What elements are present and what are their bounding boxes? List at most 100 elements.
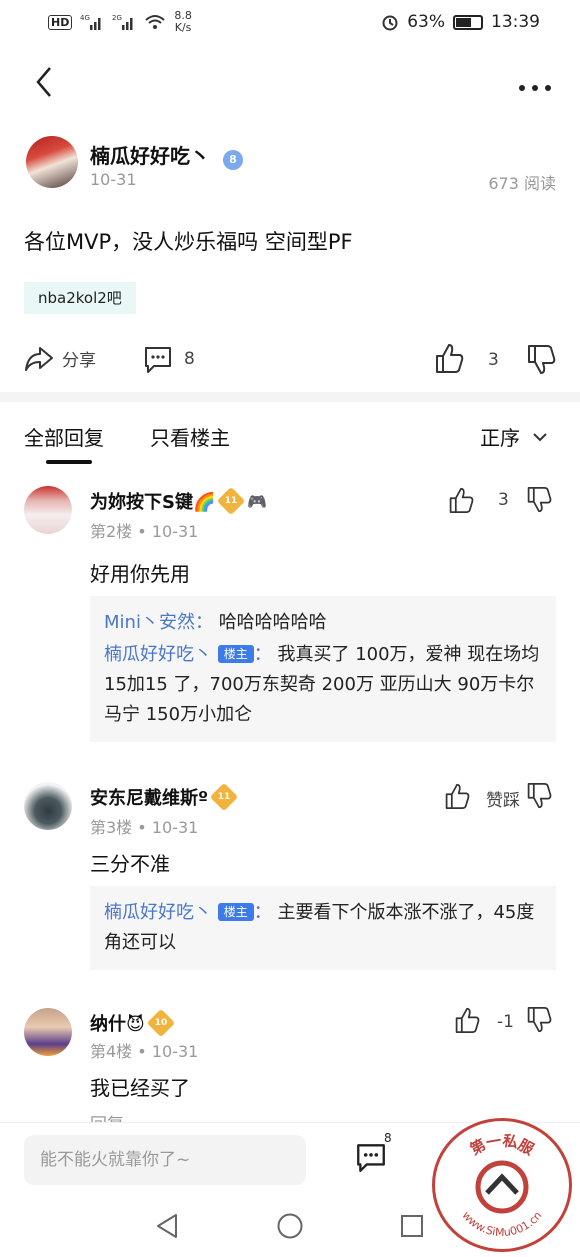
- back-button[interactable]: [28, 62, 64, 102]
- reply-link[interactable]: 回复: [90, 1110, 124, 1122]
- nav-recents-button[interactable]: [400, 1214, 424, 1242]
- comment-input[interactable]: 能不能火就靠你了~: [24, 1135, 306, 1185]
- post-title: 各位MVP，没人炒乐福吗 空间型PF: [24, 230, 353, 254]
- active-tab-indicator: [46, 460, 92, 464]
- reply-meta: 第4楼 • 10-31: [90, 1038, 198, 1062]
- share-label: 分享: [62, 350, 96, 371]
- reply-body: 我已经买了: [90, 1076, 190, 1100]
- reply-dislike-button[interactable]: [526, 1006, 556, 1036]
- svg-text:第一私服: 第一私服: [467, 1131, 538, 1159]
- circle-home-icon: [277, 1213, 303, 1239]
- comment-badge: 8: [384, 1131, 392, 1145]
- status-bar: HD 4G 2G 8.8 K/s 63% 13:39: [0, 0, 580, 46]
- sort-toggle[interactable]: 正序: [480, 422, 548, 451]
- reply-floor: 第4楼: [90, 1042, 133, 1061]
- thumbs-up-icon: [449, 487, 474, 513]
- reply-author-row: 为妳按下S键🌈 11 🎮: [90, 486, 268, 516]
- share-icon: [25, 347, 53, 371]
- sub-reply-sep: ：: [194, 612, 213, 633]
- more-button[interactable]: [518, 66, 552, 101]
- sub-replies[interactable]: 楠瓜好好吃丶 楼主： 主要看下个版本涨不涨了，45度角还可以: [90, 886, 556, 970]
- reply-like-button[interactable]: [448, 486, 478, 516]
- author-name-row[interactable]: 楠瓜好好吃丶 8: [90, 140, 243, 170]
- reply-author[interactable]: 纳什😈: [90, 1010, 145, 1036]
- reply-date: 10-31: [151, 818, 199, 837]
- comment-icon: [357, 1144, 385, 1172]
- signal-2g-icon: 2G: [112, 14, 133, 30]
- like-button[interactable]: [434, 342, 464, 378]
- reply-avatar[interactable]: [24, 486, 72, 534]
- reply-avatar[interactable]: [24, 1008, 72, 1056]
- level-badge: 8: [222, 150, 243, 170]
- reply-author[interactable]: 安东尼戴维斯º: [90, 784, 208, 810]
- sub-reply-author[interactable]: Mini丶安然: [104, 612, 195, 633]
- tab-host-only[interactable]: 只看楼主: [150, 422, 230, 451]
- status-left: HD 4G 2G 8.8 K/s: [48, 10, 192, 34]
- reply-item: 纳什😈 10 第4楼 • 10-31 -1 我已经买了 回复: [0, 1000, 580, 1122]
- share-button[interactable]: 分享: [24, 344, 96, 372]
- reply-date: 10-31: [151, 522, 199, 541]
- chevron-down-icon: [533, 432, 547, 441]
- reply-body: 好用你先用: [90, 562, 190, 586]
- reply-dislike-button[interactable]: [526, 486, 556, 516]
- top-bar: [0, 56, 580, 108]
- meta-separator: •: [137, 522, 152, 541]
- watermark-title: 第一私服: [467, 1131, 538, 1159]
- battery-fill: [456, 17, 472, 27]
- more-dots-icon: [519, 85, 551, 91]
- level-badge: 11: [217, 486, 246, 516]
- comments-button[interactable]: [354, 1141, 388, 1177]
- status-right: 63% 13:39: [381, 12, 540, 32]
- reply-like-count: -1: [497, 1012, 514, 1032]
- nav-home-button[interactable]: [276, 1212, 304, 1244]
- battery-percent: 63%: [407, 12, 445, 32]
- thumbs-down-icon: [527, 487, 552, 513]
- signal-4g-icon: 4G: [80, 14, 101, 30]
- reply-meta: 第3楼 • 10-31: [90, 814, 198, 838]
- thumbs-up-icon: [455, 1007, 480, 1033]
- reply-author[interactable]: 为妳按下S键🌈: [90, 488, 215, 514]
- svg-text:4G: 4G: [80, 14, 90, 22]
- section-divider: [0, 392, 580, 402]
- post-actions: 分享 8 3: [0, 338, 580, 384]
- thumbs-down-icon: [527, 783, 552, 809]
- reply-author-row: 纳什😈 10: [90, 1008, 175, 1038]
- read-count: 673 阅读: [488, 174, 556, 193]
- reply-tabs: 全部回复 只看楼主 正序: [0, 402, 580, 464]
- triangle-back-icon: [157, 1214, 177, 1238]
- reply-like-label: 赞踩: [486, 791, 520, 811]
- author-avatar[interactable]: [26, 136, 78, 188]
- thumbs-up-icon: [436, 344, 464, 373]
- sort-label: 正序: [480, 426, 520, 450]
- meta-separator: •: [137, 818, 152, 837]
- sub-reply-text: 哈哈哈哈哈哈: [218, 612, 327, 633]
- watermark-logo: 第一私服 www.SiMu001.cn: [460, 1131, 545, 1239]
- author-name[interactable]: 楠瓜好好吃丶: [90, 144, 210, 168]
- reply-like-button[interactable]: [444, 782, 474, 812]
- meta-separator: •: [137, 1042, 152, 1061]
- game-controller-icon: 🎮: [247, 491, 268, 511]
- level-badge: 10: [146, 1008, 175, 1038]
- battery-icon: [453, 14, 483, 30]
- reply-item: 为妳按下S键🌈 11 🎮 第2楼 • 10-31 3 好用你先用 Mini丶安然…: [0, 478, 580, 758]
- sub-reply-author[interactable]: 楠瓜好好吃丶: [104, 644, 212, 665]
- tab-all-replies[interactable]: 全部回复: [24, 422, 104, 451]
- reply-item: 安东尼戴维斯º 11 第3楼 • 10-31 赞踩 三分不准 楠瓜好好吃丶 楼主…: [0, 774, 580, 974]
- reply-like-button[interactable]: [454, 1006, 484, 1036]
- sub-reply: 楠瓜好好吃丶 楼主： 我真买了 100万，爱神 现在场均15加15 了，700万…: [104, 640, 542, 730]
- sub-reply-sep: ：: [253, 902, 272, 923]
- alarm-icon: [382, 15, 398, 31]
- host-tag: 楼主: [217, 903, 254, 921]
- comment-button[interactable]: 8: [142, 344, 195, 374]
- reply-floor: 第3楼: [90, 818, 133, 837]
- sub-reply-author[interactable]: 楠瓜好好吃丶: [104, 902, 212, 923]
- nav-back-button[interactable]: [154, 1212, 180, 1244]
- reply-dislike-button[interactable]: [526, 782, 556, 812]
- reply-author-row: 安东尼戴维斯º 11: [90, 782, 239, 812]
- sub-replies[interactable]: Mini丶安然： 哈哈哈哈哈哈 楠瓜好好吃丶 楼主： 我真买了 100万，爱神 …: [90, 596, 556, 742]
- reply-meta: 第2楼 • 10-31: [90, 518, 198, 542]
- forum-tag[interactable]: nba2kol2吧: [24, 282, 136, 314]
- dislike-button[interactable]: [526, 344, 556, 380]
- reply-avatar[interactable]: [24, 782, 72, 830]
- thumbs-up-icon: [445, 783, 470, 809]
